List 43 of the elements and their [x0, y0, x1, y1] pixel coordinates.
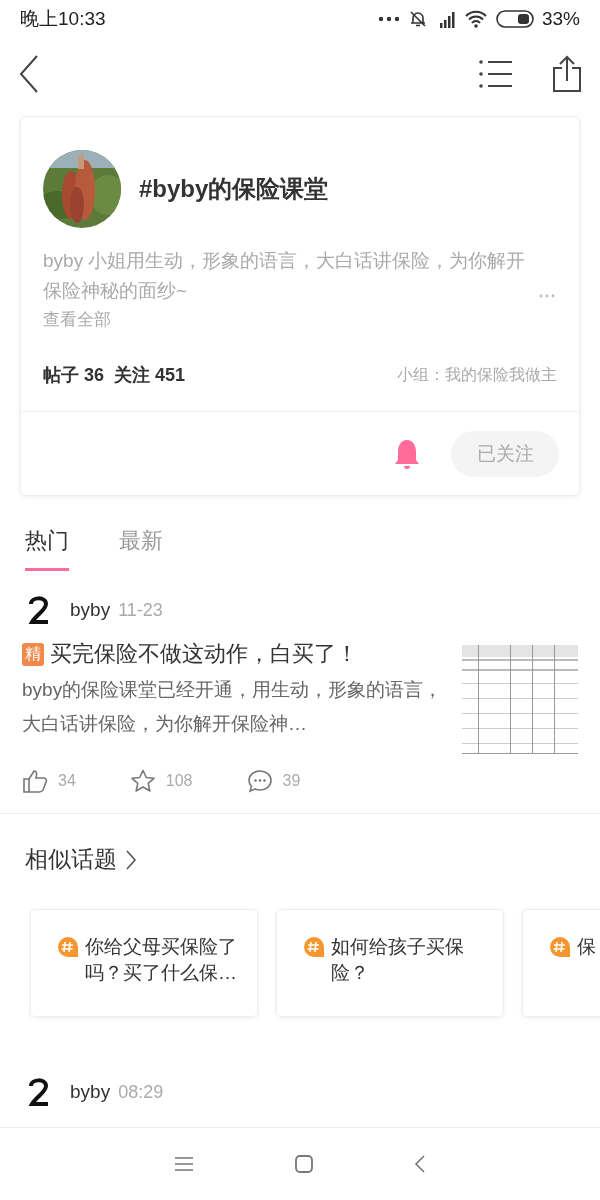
share-button[interactable]	[552, 55, 582, 93]
status-time: 晚上10:33	[20, 7, 106, 31]
topic-title: #byby的保险课堂	[139, 174, 329, 204]
author-name[interactable]: byby	[70, 1081, 111, 1103]
star-count: 108	[165, 772, 193, 790]
chevron-right-icon[interactable]	[125, 848, 137, 871]
back-button[interactable]	[18, 54, 40, 94]
comment-icon[interactable]	[246, 769, 273, 793]
follows-count: 关注 451	[114, 364, 186, 387]
post-excerpt: byby的保险课堂已经开通，用生动，形象的语言，大白话讲保险，为你解开保险神…	[22, 678, 444, 736]
bell-muted-icon	[407, 9, 428, 29]
more-icon	[377, 16, 400, 22]
avatar-icon	[28, 1077, 50, 1107]
hashtag-icon	[303, 936, 325, 958]
star-icon[interactable]	[129, 769, 156, 793]
home-button[interactable]	[294, 1154, 314, 1174]
bell-icon[interactable]	[393, 437, 421, 470]
topic-card[interactable]: 你给父母买保险了吗？买了什么保…	[30, 909, 258, 1017]
post-time: 08:29	[118, 1081, 164, 1103]
hashtag-icon	[57, 936, 79, 958]
comment-count: 39	[282, 772, 301, 790]
featured-badge: 精	[22, 642, 44, 666]
topic-description: byby 小姐用生动，形象的语言，大白话讲保险，为你解开保险神秘的面纱~	[43, 249, 527, 303]
thumbs-up-icon[interactable]	[22, 769, 48, 793]
topic-card[interactable]: 如何给孩子买保险？	[276, 909, 504, 1017]
author-name[interactable]: byby	[70, 599, 111, 621]
post-title[interactable]: 买完保险不做这动作，白买了！	[50, 639, 358, 669]
section-title[interactable]: 相似话题	[25, 844, 117, 875]
wifi-icon	[463, 9, 488, 29]
topic-name: 你给父母买保险了吗？买了什么保…	[85, 935, 237, 985]
like-count: 34	[58, 772, 76, 790]
battery-icon	[495, 10, 534, 28]
avatar-icon	[28, 595, 50, 625]
menu-button[interactable]	[478, 58, 514, 90]
hashtag-icon	[549, 936, 571, 958]
post-time: 11-23	[118, 599, 163, 621]
back-button[interactable]	[414, 1154, 426, 1174]
topic-card[interactable]: 保	[522, 909, 600, 1017]
topic-name: 如何给孩子买保险？	[331, 935, 465, 985]
posts-count: 帖子 36	[43, 364, 105, 387]
topic-name: 保	[577, 935, 596, 959]
tab[interactable]: 热门	[25, 526, 69, 571]
battery-percent: 33%	[541, 8, 580, 30]
